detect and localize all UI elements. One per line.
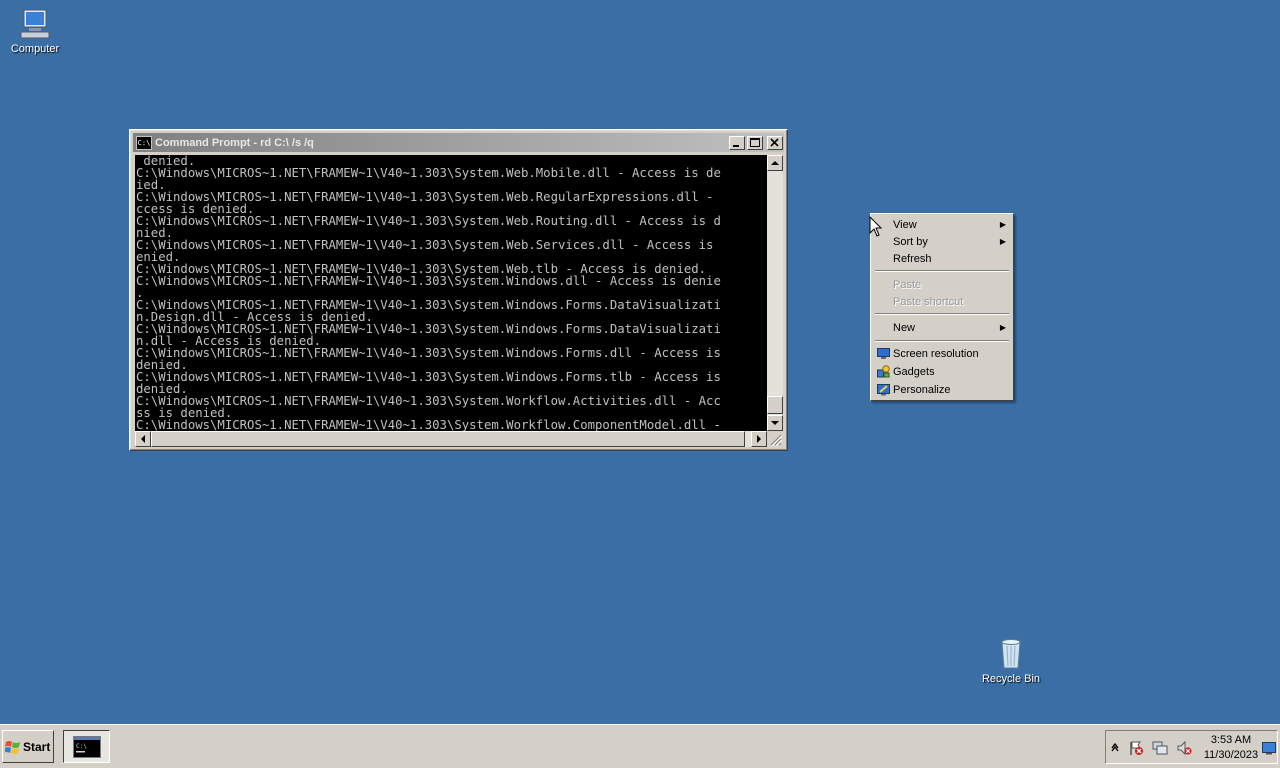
vertical-scrollbar[interactable]	[767, 155, 783, 431]
cmd-icon: C:\	[72, 735, 101, 758]
console-line: C:\Windows\MICROS~1.NET\FRAMEW~1\V40~1.3…	[136, 370, 721, 384]
menu-separator	[875, 270, 1009, 272]
cmd-icon: C:\	[136, 135, 152, 150]
right-arrow-icon	[757, 435, 761, 443]
menu-item-label: Sort by	[893, 236, 928, 248]
console-line: C:\Windows\MICROS~1.NET\FRAMEW~1\V40~1.3…	[136, 166, 721, 180]
submenu-arrow-icon: ▶	[999, 220, 1006, 229]
menu-item-label: View	[893, 219, 917, 231]
close-icon	[770, 137, 779, 147]
menu-item-label: Paste	[893, 279, 922, 291]
resize-grip-icon	[770, 434, 783, 447]
maximize-button[interactable]	[747, 135, 763, 150]
console-line: C:\Windows\MICROS~1.NET\FRAMEW~1\V40~1.3…	[136, 274, 721, 288]
taskbar: Start C:\ 3:53 AM 11/30/2023	[0, 724, 1280, 768]
clock-date[interactable]: 11/30/2023	[1201, 749, 1261, 761]
menu-item-paste-shortcut[interactable]: Paste shortcut	[873, 294, 1011, 310]
desktop-icon-recycle-bin[interactable]: Recycle Bin	[971, 636, 1051, 685]
up-arrow-icon	[771, 161, 779, 165]
console-line: C:\Windows\MICROS~1.NET\FRAMEW~1\V40~1.3…	[136, 214, 721, 228]
mouse-cursor-icon	[869, 216, 883, 237]
left-arrow-icon	[141, 435, 145, 443]
console-line: C:\Windows\MICROS~1.NET\FRAMEW~1\V40~1.3…	[136, 346, 721, 360]
menu-separator	[875, 313, 1009, 315]
menu-item-screen-resolution[interactable]: Screen resolution	[873, 346, 1011, 362]
show-hidden-icons-chevron[interactable]	[1111, 742, 1119, 752]
start-label: Start	[23, 739, 51, 754]
maximize-icon	[750, 137, 760, 147]
menu-item-paste[interactable]: Paste	[873, 277, 1011, 293]
clock-time[interactable]: 3:53 AM	[1201, 734, 1261, 746]
start-button[interactable]: Start	[2, 730, 54, 763]
menu-item-label: Personalize	[893, 384, 951, 396]
menu-item-refresh[interactable]: Refresh	[873, 251, 1011, 267]
action-center-flag-icon[interactable]	[1128, 740, 1144, 756]
menu-item-label: New	[893, 322, 916, 334]
window-title: Command Prompt - rd C:\ /s /q	[155, 136, 314, 149]
resize-grip[interactable]	[767, 431, 783, 447]
horizontal-scroll-thumb[interactable]	[151, 431, 745, 447]
volume-muted-icon[interactable]	[1176, 740, 1192, 756]
gadgets-icon	[877, 365, 890, 378]
menu-item-new[interactable]: New ▶	[873, 320, 1011, 336]
screen-resolution-icon	[877, 348, 890, 359]
desktop-icon-label: Computer	[10, 43, 60, 55]
console-line: C:\Windows\MICROS~1.NET\FRAMEW~1\V40~1.3…	[136, 418, 721, 431]
show-desktop-icon[interactable]	[1262, 741, 1276, 755]
notification-area: 3:53 AM 11/30/2023	[1105, 730, 1278, 764]
windows-logo-icon	[5, 740, 20, 754]
menu-item-gadgets[interactable]: Gadgets	[873, 364, 1011, 380]
menu-item-view[interactable]: View ▶	[873, 217, 1011, 233]
svg-text:C:\: C:\	[76, 743, 87, 750]
command-prompt-window[interactable]: C:\ Command Prompt - rd C:\ /s /q denied…	[129, 129, 788, 451]
horizontal-scrollbar[interactable]	[135, 431, 767, 447]
menu-separator	[875, 340, 1009, 342]
close-button[interactable]	[767, 135, 783, 150]
minimize-button[interactable]	[729, 135, 745, 150]
personalize-icon	[877, 384, 890, 396]
scroll-down-button[interactable]	[767, 415, 783, 431]
vertical-scroll-thumb[interactable]	[767, 396, 783, 414]
console-output[interactable]: denied. C:\Windows\MICROS~1.NET\FRAMEW~1\…	[135, 155, 767, 431]
menu-item-label: Refresh	[893, 253, 932, 265]
desktop-icon-computer[interactable]: Computer	[0, 8, 75, 55]
taskbar-button-command-prompt[interactable]: C:\	[63, 730, 110, 763]
menu-item-label: Screen resolution	[893, 348, 979, 360]
submenu-arrow-icon: ▶	[999, 237, 1006, 246]
recycle-bin-icon	[1001, 639, 1021, 669]
computer-icon	[20, 9, 50, 39]
console-line: C:\Windows\MICROS~1.NET\FRAMEW~1\V40~1.3…	[136, 238, 714, 252]
menu-item-label: Paste shortcut	[893, 296, 964, 308]
scroll-left-button[interactable]	[135, 431, 151, 447]
submenu-arrow-icon: ▶	[999, 323, 1006, 332]
desktop-icon-label: Recycle Bin	[981, 673, 1041, 685]
scroll-right-button[interactable]	[751, 431, 767, 447]
down-arrow-icon	[771, 421, 779, 425]
menu-item-sort-by[interactable]: Sort by ▶	[873, 234, 1011, 250]
minimize-icon	[733, 144, 739, 147]
title-bar[interactable]: C:\ Command Prompt - rd C:\ /s /q	[133, 133, 784, 152]
scroll-up-button[interactable]	[767, 155, 783, 171]
menu-item-label: Gadgets	[893, 366, 935, 378]
menu-item-personalize[interactable]: Personalize	[873, 382, 1011, 398]
desktop-context-menu[interactable]: View ▶ Sort by ▶ Refresh Paste Paste sho…	[870, 213, 1014, 401]
network-icon[interactable]	[1152, 740, 1168, 756]
